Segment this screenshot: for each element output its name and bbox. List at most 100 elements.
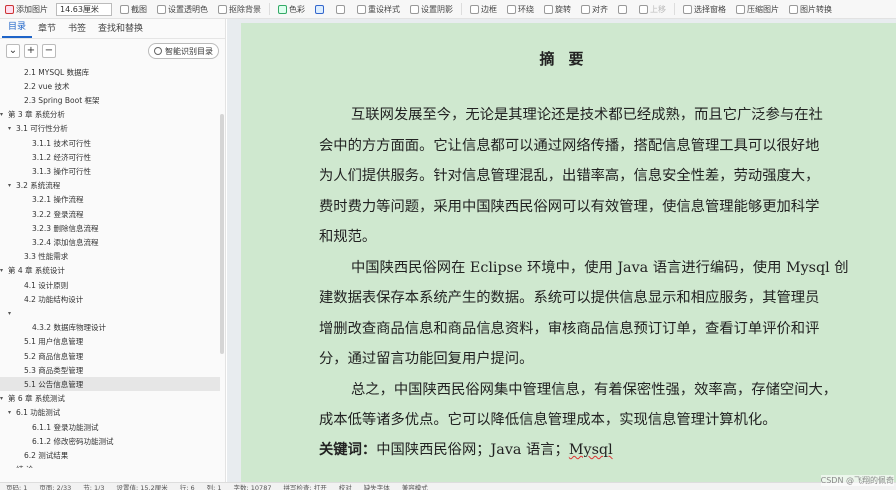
expand-arrow-icon[interactable]: ▾ [8,409,16,416]
expand-arrow-icon[interactable]: ▾ [8,182,16,189]
toc-item-label: 3.1 可行性分析 [16,124,68,134]
toc-item[interactable]: 6.1.2 修改密码功能测试 [0,434,220,448]
toc-item[interactable]: ▾ [0,306,220,320]
page[interactable]: 摘要 互联网发展至今，无论是其理论还是技术都已经成熟，而且它广泛参与在社 会中的方… [241,23,896,482]
toc-item[interactable]: 3.2.4 添加信息流程 [0,235,220,249]
status-item[interactable]: 设置值: 15.2厘米 [110,483,173,490]
remove-icon[interactable]: − [42,44,56,58]
expand-arrow-icon[interactable]: ▾ [0,267,8,274]
toc-item[interactable]: 5.1 用户信息管理 [0,335,220,349]
color-button[interactable]: 色彩 [273,0,310,18]
toc-item[interactable]: ▾ 第 6 章 系统测试 [0,392,220,406]
toc-item[interactable]: 3.2.3 删除信息流程 [0,221,220,235]
toc-item[interactable]: 6.2 测试结果 [0,448,220,462]
select-pane-button[interactable]: 选择窗格 [678,0,731,18]
abstract-line: 互联网发展至今，无论是其理论还是技术都已经成熟，而且它广泛参与在社 [351,107,823,123]
status-item[interactable]: 节: 1/3 [77,483,110,490]
convert-label: 图片转换 [800,4,832,14]
nav-tools: ⌄ + − 智能识别目录 [0,39,225,63]
toc-item[interactable]: 6.1.1 登录功能测试 [0,420,220,434]
tab-bookmarks[interactable]: 书签 [62,21,92,38]
toc-item[interactable]: ▾ 3.1 可行性分析 [0,122,220,136]
expand-arrow-icon[interactable]: ▾ [8,310,16,317]
toc-item[interactable]: 2.2 vue 技术 [0,79,220,93]
status-item[interactable]: 行: 6 [174,483,201,490]
smart-toc-label: 智能识别目录 [165,46,213,56]
status-item[interactable]: 页面: 2/33 [33,483,77,490]
add-icon[interactable]: + [24,44,38,58]
status-bar: 页码: 1 页面: 2/33 节: 1/3 设置值: 15.2厘米 行: 6 列: 1 字数… [0,482,896,490]
expand-arrow-icon[interactable]: ▾ [0,111,8,118]
expand-arrow-icon[interactable]: ▾ [8,125,16,132]
image-frame-button[interactable]: 设置阴影 [405,0,458,18]
compress-button[interactable]: 压缩图片 [731,0,784,18]
outline-icon [315,4,324,14]
align-button[interactable]: 对齐 [576,0,613,18]
ribbon-toolbar: 添加图片 14.63厘米 截图 设置透明色 抠除背景 色彩 重设样式 设置阴影 边框 环绕 旋转 对齐… [0,0,896,19]
toc-item-label: 2.2 vue 技术 [24,81,70,91]
picture-style-icon [357,4,366,14]
toc-item-label: 2.3 Spring Boot 框架 [24,95,100,105]
toc-item-label: 结 论 [16,464,33,468]
effect-button[interactable] [331,0,352,18]
status-item[interactable]: 字数: 10787 [228,483,278,490]
toc-item[interactable]: ▾ 第 3 章 系统分析 [0,108,220,122]
status-item[interactable]: 页码: 1 [0,483,33,490]
toc-item[interactable]: 5.2 商品信息管理 [0,349,220,363]
expand-arrow-icon[interactable]: ▾ [0,395,8,402]
tab-find-replace[interactable]: 查找和替换 [92,21,149,38]
toc-item[interactable]: 2.3 Spring Boot 框架 [0,93,220,107]
crop-button[interactable]: 截图 [115,0,152,18]
status-item[interactable]: 兼容模式 [396,483,434,490]
toc-item[interactable]: 3.1.2 经济可行性 [0,150,220,164]
toc-item[interactable]: 3.3 性能需求 [0,250,220,264]
watermark: CSDN @飞翔的佩奇 [820,475,894,486]
wrap-button[interactable]: 环绕 [502,0,539,18]
abstract-line: 和规范。 [319,229,377,245]
toc-item[interactable]: 5.1 公告信息管理 [0,377,220,392]
remove-bg-button[interactable]: 抠除背景 [213,0,266,18]
toc-item[interactable]: 3.1.3 操作可行性 [0,164,220,178]
toc-item[interactable]: 4.3.2 数据库物理设计 [0,321,220,335]
remove-bg-icon [218,4,227,14]
toc-item[interactable]: ▾ 3.2 系统流程 [0,179,220,193]
border-button[interactable]: 边框 [465,0,502,18]
keywords-value: 中国陕西民俗网；Java 语言；Mysql [376,442,613,458]
outline-button[interactable] [310,0,331,18]
rotate-button[interactable]: 旋转 [539,0,576,18]
transparent-color-button[interactable]: 设置透明色 [152,0,213,18]
tab-toc[interactable]: 目录 [2,19,33,38]
nav-tabs: 目录 章节 书签 查找和替换 [0,19,225,39]
abstract-line: 总之，中国陕西民俗网集中管理信息，有着保密性强，效率高，存储空间大， [351,381,838,398]
picture-style-label: 重设样式 [368,4,400,14]
image-frame-icon [410,4,419,14]
picture-style-button[interactable]: 重设样式 [352,0,405,18]
status-item[interactable]: 缺失字体 [358,483,396,490]
size-input[interactable]: 14.63厘米 [56,2,112,16]
up-layer-button[interactable]: 上移 [634,0,671,18]
tab-chapters[interactable]: 章节 [32,21,62,38]
collapse-icon[interactable]: ⌄ [6,44,20,58]
toc-item[interactable]: 3.2.1 操作流程 [0,193,220,207]
abstract-body: 互联网发展至今，无论是其理论还是技术都已经成熟，而且它广泛参与在社 会中的方方面面… [319,100,859,436]
toc-item[interactable]: 5.3 商品类型管理 [0,363,220,377]
add-image-button[interactable]: 添加图片 [0,0,53,18]
toc-item[interactable]: 4.2 功能结构设计 [0,292,220,306]
toc-item[interactable]: 2.1 MYSQL 数据库 [0,65,220,79]
combine-button[interactable] [613,0,634,18]
toc-item[interactable]: 3.2.2 登录流程 [0,207,220,221]
toc-item[interactable]: ▾ 第 4 章 系统设计 [0,264,220,278]
nav-scrollbar[interactable] [220,114,224,354]
toc-item[interactable]: 结 论 [0,463,220,468]
smart-toc-button[interactable]: 智能识别目录 [148,43,219,59]
status-item[interactable]: 拼写检查: 打开 [277,483,332,490]
status-item[interactable]: 校对 [333,483,358,490]
abstract-line: 建数据表保存本系统产生的数据。系统可以提供信息显示和相应服务，其管理员 [319,290,820,306]
toc-item[interactable]: 3.1.1 技术可行性 [0,136,220,150]
toc-tree: 2.1 MYSQL 数据库 2.2 vue 技术 2.3 Spring Boot 框… [0,63,225,468]
toc-item-label: 第 3 章 系统分析 [8,110,65,120]
convert-button[interactable]: 图片转换 [784,0,837,18]
toc-item[interactable]: ▾ 6.1 功能测试 [0,406,220,420]
toc-item[interactable]: 4.1 设计原则 [0,278,220,292]
status-item[interactable]: 列: 1 [201,483,228,490]
